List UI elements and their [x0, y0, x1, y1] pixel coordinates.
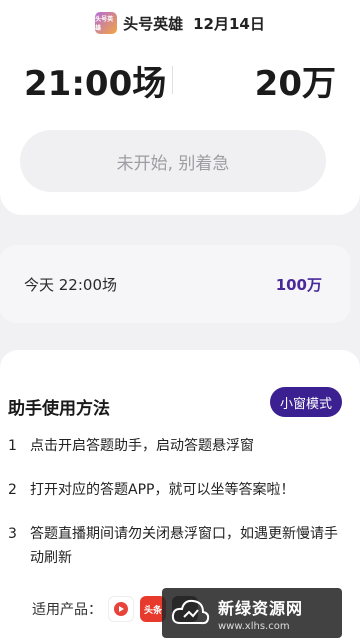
round-prize: 20万: [254, 64, 336, 104]
watermark-url: www.xlhs.com: [218, 620, 290, 632]
watermark-title: 新绿资源网: [218, 598, 304, 618]
mini-mode-button[interactable]: 小窗模式: [269, 387, 342, 417]
step-number: 2: [8, 482, 17, 498]
round-time: 21:00场: [24, 64, 167, 104]
next-round-prize: 100万: [275, 275, 322, 294]
divider: [172, 66, 173, 94]
steps-list: 1 点击开启答题助手，启动答题悬浮窗 2 打开对应的答题APP，就可以坐等答案啦…: [8, 434, 346, 590]
cloud-logo-icon: [171, 599, 210, 625]
products-label: 适用产品：: [32, 602, 102, 618]
xigua-icon[interactable]: [108, 596, 134, 622]
step-number: 1: [8, 438, 17, 454]
round-info-row: 21:00场 20万: [24, 56, 336, 105]
next-round-card[interactable]: 今天 22:00场 100万: [0, 245, 350, 323]
step-text: 点击开启答题助手，启动答题悬浮窗: [30, 438, 254, 454]
watermark: 新绿资源网 www.xlhs.com: [162, 588, 342, 638]
step-number: 3: [8, 526, 17, 542]
logo-text: 头号英雄: [95, 16, 114, 32]
list-item: 2 打开对应的答题APP，就可以坐等答案啦！: [8, 478, 346, 502]
status-button[interactable]: 未开始, 别着急: [20, 130, 326, 192]
current-round-card: 头号英雄 头号英雄 12月14日 21:00场 20万 未开始, 别着急: [0, 0, 360, 215]
list-item: 1 点击开启答题助手，启动答题悬浮窗: [8, 434, 346, 458]
step-text: 答题直播期间请勿关闭悬浮窗口，如遇更新慢请手动刷新: [30, 526, 338, 566]
step-text: 打开对应的答题APP，就可以坐等答案啦！: [30, 482, 295, 498]
app-name: 头号英雄: [123, 14, 184, 33]
date-label: 12月14日: [193, 14, 265, 33]
app-logo-icon: 头号英雄: [95, 12, 118, 34]
header: 头号英雄 头号英雄 12月14日: [0, 12, 360, 34]
next-round-label: 今天 22:00场: [24, 275, 117, 294]
help-title: 助手使用方法: [8, 399, 110, 419]
list-item: 3 答题直播期间请勿关闭悬浮窗口，如遇更新慢请手动刷新: [8, 522, 346, 570]
